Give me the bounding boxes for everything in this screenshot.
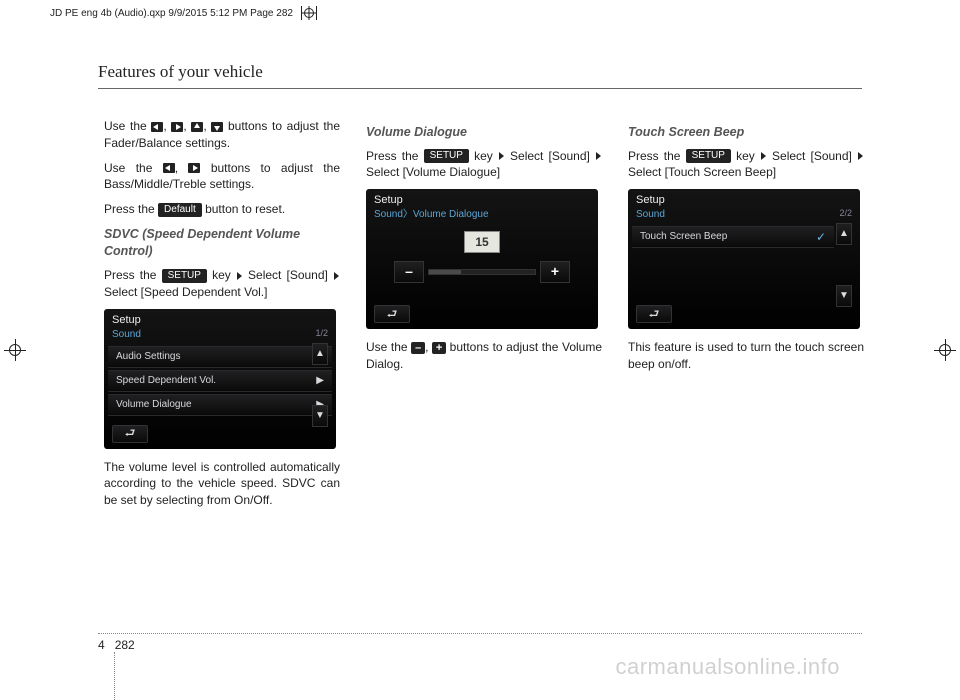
horizontal-rule [98,88,862,89]
chevron-right-icon [237,272,242,280]
check-icon: ✓ [816,229,826,246]
scroll-down-icon[interactable]: ▼ [312,405,328,427]
default-button-label: Default [158,203,202,217]
sdvc-heading: SDVC (Speed Dependent Volume Control) [104,226,340,261]
right-arrow-icon [188,163,200,173]
crop-mark-icon [301,6,317,20]
plus-icon: + [551,262,559,282]
volume-value: 15 [464,231,500,253]
scroll-down-icon[interactable]: ▼ [836,285,852,307]
right-arrow-icon [171,122,183,132]
left-arrow-icon [151,122,163,132]
touch-screen-beep-screenshot: Setup Sound 2/2 Touch Screen Beep ✓ ▲ ▼ … [628,189,860,329]
list-item[interactable]: Touch Screen Beep ✓ [632,226,834,248]
text: key [736,149,755,163]
down-arrow-icon [211,122,223,132]
page-number: 282 [115,638,135,652]
plus-icon: + [432,342,446,354]
section-title: Features of your vehicle [98,62,263,82]
default-reset-text: Press the Default button to reset. [104,201,340,218]
list-item-label: Speed Dependent Vol. [116,374,216,388]
chevron-right-icon [596,152,601,160]
text: Select [Sound] [248,268,328,282]
page-indicator: 1/2 [315,327,328,340]
column-2: Volume Dialogue Press the SETUP key Sele… [366,118,602,517]
chevron-right-icon [334,272,339,280]
volume-bar [428,269,536,275]
up-arrow-icon [191,122,203,132]
back-button[interactable]: ⮐ [374,305,410,323]
sound-menu-screenshot: Setup Sound 1/2 Audio Settings ▶ Speed D… [104,309,336,449]
touch-screen-beep-heading: Touch Screen Beep [628,124,864,142]
setup-button-label: SETUP [424,149,469,163]
minus-button[interactable]: – [394,261,424,283]
plus-button[interactable]: + [540,261,570,283]
text: Press the [104,202,158,216]
watermark: carmanualsonline.info [615,654,840,680]
chevron-right-icon [761,152,766,160]
left-arrow-icon [163,163,175,173]
touch-screen-beep-path: Press the SETUP key Select [Sound] Selec… [628,148,864,182]
scroll-arrows: ▲ ▼ [312,343,330,427]
print-header: JD PE eng 4b (Audio).qxp 9/9/2015 5:12 P… [50,6,317,20]
crop-mark-left-icon [4,339,26,361]
screen-subtitle: Sound〉Volume Dialogue [366,208,598,224]
list-item[interactable]: Speed Dependent Vol. ▶ [108,370,332,392]
text: Use the [366,340,411,354]
screen-title: Setup [104,309,336,328]
list-item[interactable]: Volume Dialogue ▶ [108,394,332,416]
touch-screen-beep-description: This feature is used to turn the touch s… [628,339,864,373]
chevron-right-icon [858,152,863,160]
scroll-up-icon[interactable]: ▲ [312,343,328,365]
page-indicator: 2/2 [839,207,852,220]
text: key [212,268,231,282]
text: Press the [366,149,424,163]
scroll-up-icon[interactable]: ▲ [836,223,852,245]
setup-button-label: SETUP [162,269,207,283]
text: button to reset. [205,202,285,216]
list-item-label: Volume Dialogue [116,398,192,412]
page-footer: 4 282 [98,633,862,652]
text: Select [Speed Dependent Vol.] [104,285,267,299]
volume-dialogue-screenshot: Setup Sound〉Volume Dialogue 15 – + ⮐ [366,189,598,329]
setup-button-label: SETUP [686,149,731,163]
back-button[interactable]: ⮐ [636,305,672,323]
content-columns: Use the , , , buttons to adjust the Fade… [104,118,864,517]
text: Press the [104,268,162,282]
bass-treble-text: Use the , buttons to adjust the Bass/Mid… [104,160,340,194]
sdvc-description: The volume level is controlled automatic… [104,459,340,509]
text: Select [Sound] [510,149,590,163]
minus-icon: – [411,342,425,354]
fader-balance-text: Use the , , , buttons to adjust the Fade… [104,118,340,152]
volume-dialogue-adjust-text: Use the –, + buttons to adjust the Volum… [366,339,602,373]
text: Select [Touch Screen Beep] [628,165,776,179]
text: Press the [628,149,686,163]
sdvc-path-text: Press the SETUP key Select [Sound] Selec… [104,267,340,301]
column-3: Touch Screen Beep Press the SETUP key Se… [628,118,864,517]
print-header-text: JD PE eng 4b (Audio).qxp 9/9/2015 5:12 P… [50,8,293,19]
screen-subtitle: Sound [628,208,860,224]
screen-title: Setup [366,189,598,208]
list-item[interactable]: Audio Settings ▶ [108,346,332,368]
dotted-rule [114,652,115,700]
minus-icon: – [405,262,413,282]
crop-mark-right-icon [934,339,956,361]
volume-dialogue-heading: Volume Dialogue [366,124,602,142]
text: Select [Volume Dialogue] [366,165,500,179]
screen-title: Setup [628,189,860,208]
text: key [474,149,493,163]
text: Select [Sound] [772,149,852,163]
chevron-right-icon [499,152,504,160]
column-1: Use the , , , buttons to adjust the Fade… [104,118,340,517]
volume-dialogue-path: Press the SETUP key Select [Sound] Selec… [366,148,602,182]
chapter-number: 4 [98,638,105,652]
back-button[interactable]: ⮐ [112,425,148,443]
list-item-label: Touch Screen Beep [640,230,727,244]
list-item-label: Audio Settings [116,350,181,364]
text: Use the [104,119,151,133]
text: Use the [104,161,163,175]
screen-subtitle: Sound [104,328,336,344]
scroll-arrows: ▲ ▼ [836,223,854,307]
